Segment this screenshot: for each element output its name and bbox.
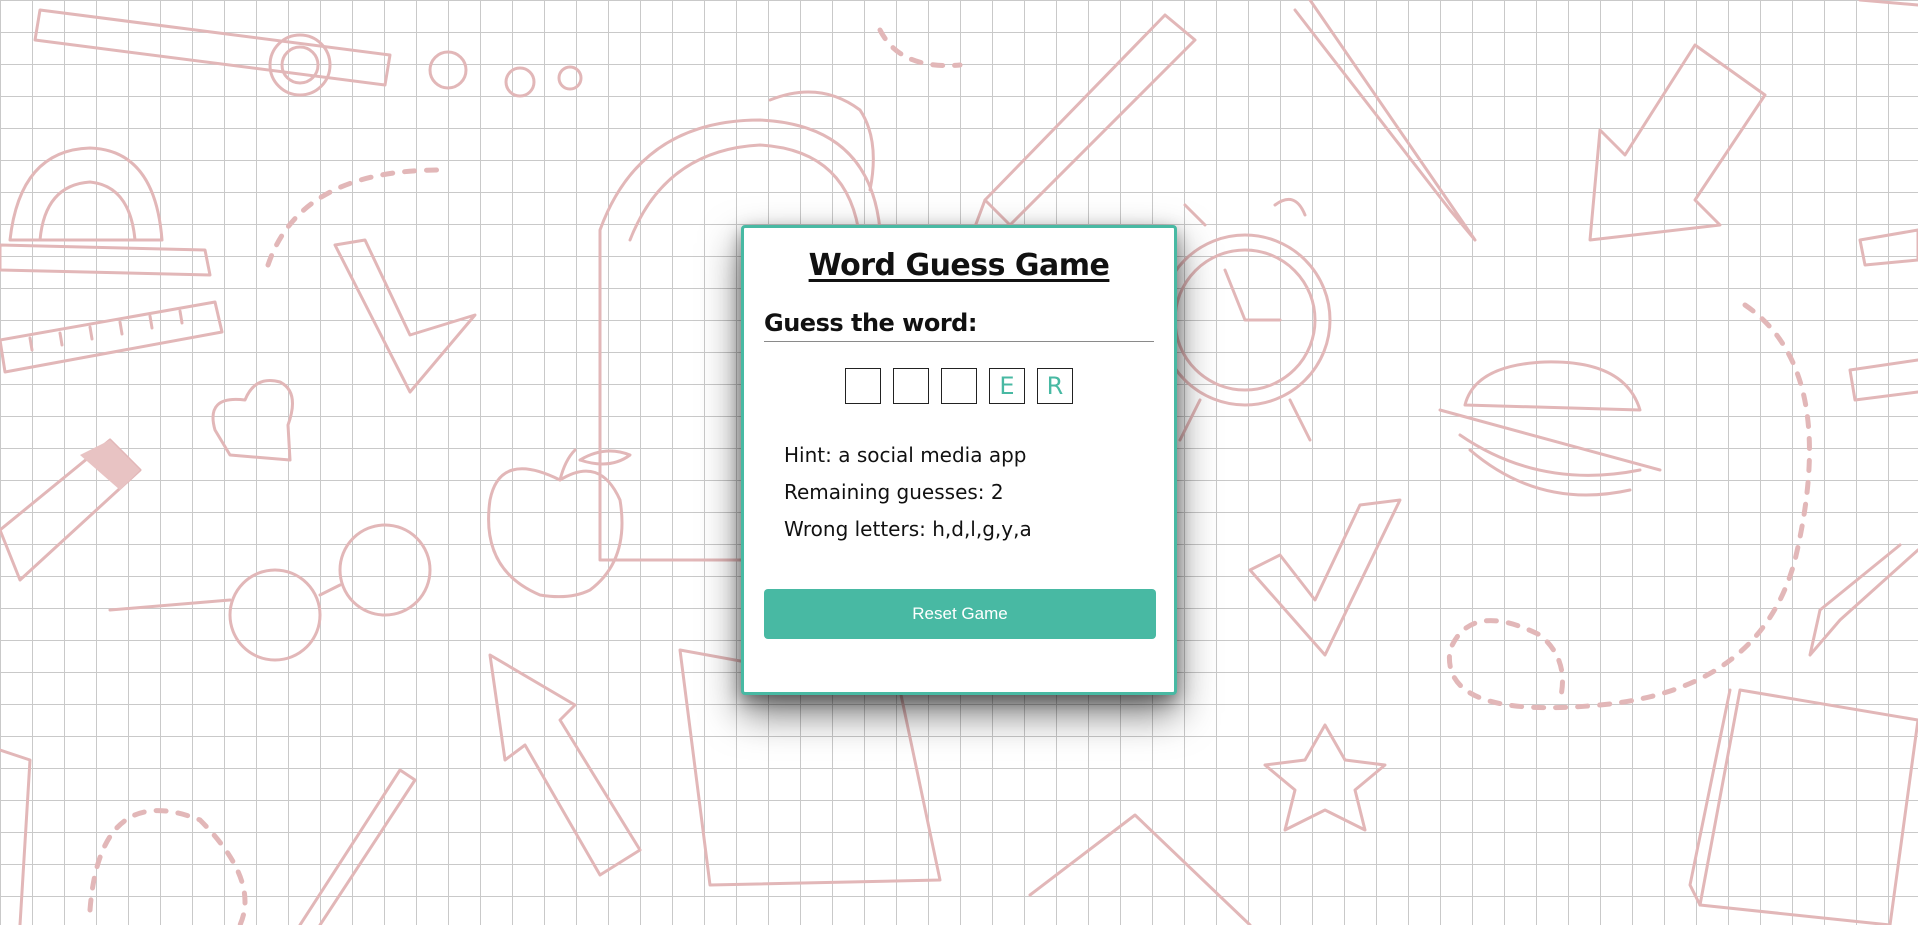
calculator-icon [1028, 813, 1252, 925]
alarm-clock-icon [1158, 197, 1332, 442]
arrow-icon [1588, 43, 1767, 242]
ruler-icon [33, 8, 392, 97]
remaining-guesses-text: Remaining guesses: 2 [784, 480, 1004, 504]
letter-slot [941, 368, 977, 404]
apple-icon [487, 448, 632, 599]
letter-slots: E R [764, 368, 1154, 404]
heart-icon [211, 379, 294, 462]
letter-slot: E [989, 368, 1025, 404]
star-icon [1263, 723, 1387, 832]
pen-icon [1293, 0, 1477, 242]
notebook-left-icon [0, 748, 32, 925]
letter-slot [893, 368, 929, 404]
book-icon [1688, 688, 1918, 925]
pencil-top-icon [968, 13, 1197, 242]
guess-heading: Guess the word: [764, 309, 1154, 342]
burger-icon [1438, 360, 1662, 497]
checkmark-right-icon [1248, 498, 1402, 657]
reset-game-button[interactable]: Reset Game [764, 589, 1156, 639]
pencil-right-icon [1808, 358, 1918, 657]
cloud-icons [428, 50, 583, 98]
checkmark-icon [333, 238, 477, 394]
glasses-icon [108, 523, 432, 662]
pencil-left-icon [0, 438, 142, 582]
letter-slot [845, 368, 881, 404]
wrong-letters-text: Wrong letters: h,d,l,g,y,a [784, 517, 1032, 541]
game-card: Word Guess Game Guess the word: E R Hint… [741, 225, 1177, 695]
protractor-icon [0, 146, 212, 277]
letter-slot: R [1037, 368, 1073, 404]
game-title: Word Guess Game [808, 248, 1110, 283]
pen-bottom-icon [298, 768, 417, 925]
hint-text: Hint: a social media app [784, 443, 1027, 467]
game-info: Hint: a social media app Remaining guess… [784, 442, 1154, 553]
stationery-corner-icon [1858, 0, 1918, 267]
ruler-left-icon [0, 300, 224, 374]
arrow-bottom-icon [488, 653, 642, 877]
